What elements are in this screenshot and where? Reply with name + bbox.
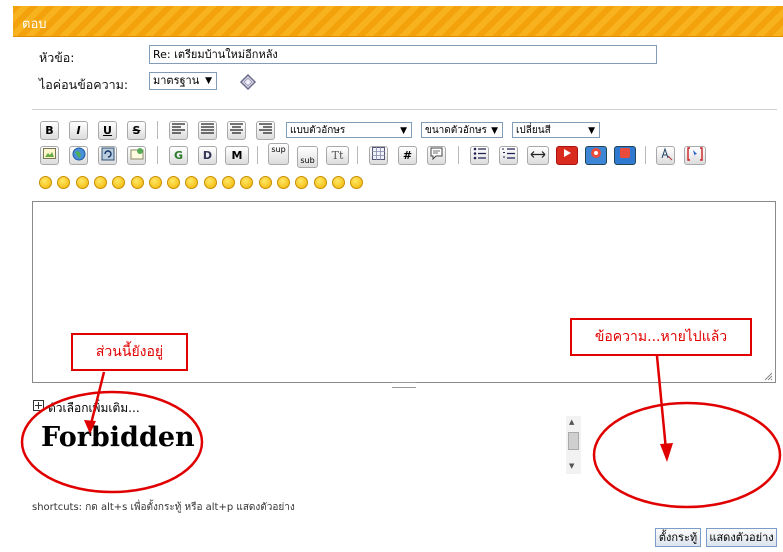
- left-annotation-arrow: [88, 371, 106, 429]
- shortcuts-hint: shortcuts: กด alt+s เพื่อตั้งกระทู้ หรือ…: [32, 502, 295, 513]
- left-annotation-ellipse: [20, 390, 204, 494]
- annotation-drawing: [20, 355, 782, 509]
- post-button[interactable]: ตั้งกระทู้: [655, 528, 701, 547]
- right-annotation-arrow: [655, 355, 668, 451]
- right-arrowhead-icon: [660, 443, 673, 462]
- preview-button[interactable]: แสดงตัวอย่าง: [706, 528, 777, 547]
- right-annotation-ellipse: [592, 401, 782, 509]
- left-arrowhead-icon: [84, 420, 96, 434]
